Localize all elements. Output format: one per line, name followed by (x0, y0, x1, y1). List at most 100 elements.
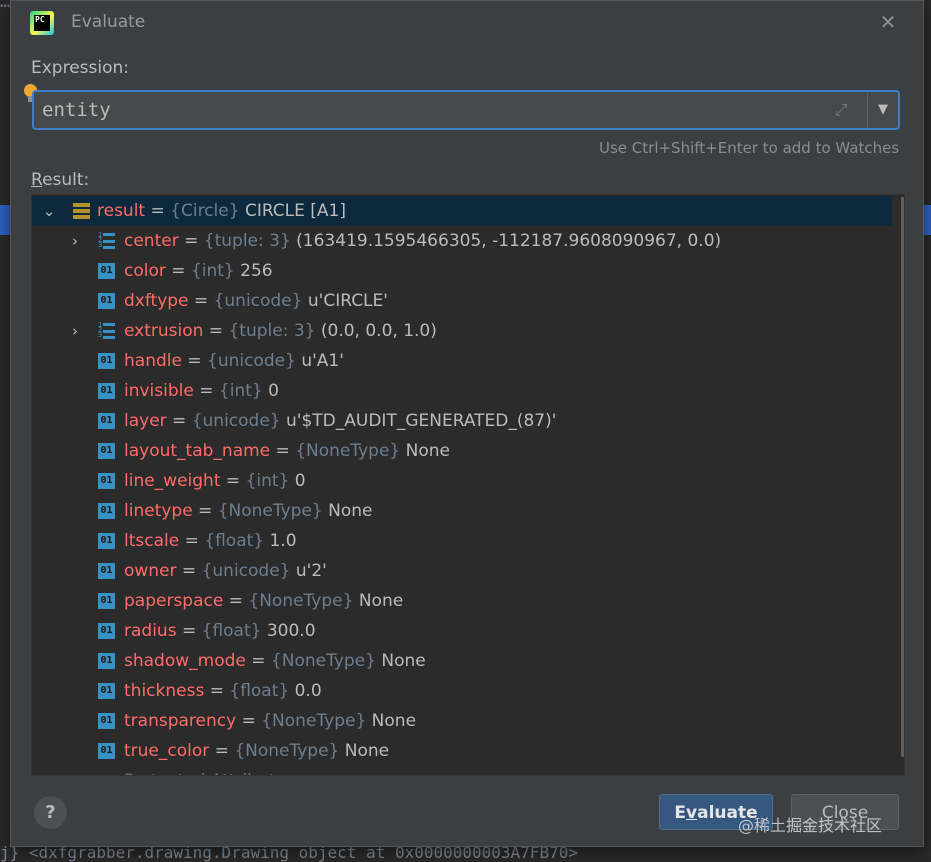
tree-row-text: dxftype = {unicode} u'CIRCLE' (124, 291, 388, 311)
scrollbar-thumb[interactable] (901, 197, 904, 757)
chevron-right-icon[interactable]: › (68, 226, 82, 256)
primitive-icon: 01 (98, 503, 115, 519)
var-value: (163419.1595466305, -112187.9608090967, … (296, 231, 722, 251)
expression-field[interactable]: ⤢ ▼ (32, 90, 900, 130)
close-icon[interactable]: ✕ (875, 9, 901, 35)
primitive-icon: 01 (98, 293, 115, 309)
evaluate-dialog: PC Evaluate ✕ Expression: ⤢ ▼ Use Ctrl+S… (10, 0, 924, 847)
tree-row-layer[interactable]: 01 layer = {unicode} u'$TD_AUDIT_GENERATE… (32, 406, 892, 436)
var-name: paperspace (124, 591, 224, 611)
tree-row-color[interactable]: 01 color = {int} 256 (32, 256, 892, 286)
chevron-right-icon[interactable]: › (68, 316, 82, 346)
tree-row-linetype[interactable]: 01 linetype = {NoneType} None (32, 496, 892, 526)
chevron-down-icon[interactable]: ⌄ (42, 196, 56, 226)
tree-row-transparency[interactable]: 01 transparency = {NoneType} None (32, 706, 892, 736)
tree-row-text: owner = {unicode} u'2' (124, 561, 327, 581)
help-button[interactable]: ? (34, 796, 67, 829)
tree-row-handle[interactable]: 01 handle = {unicode} u'A1' (32, 346, 892, 376)
tree-row-ltscale[interactable]: 01 ltscale = {float} 1.0 (32, 526, 892, 556)
var-type: {float} (229, 681, 290, 701)
var-value: None (405, 441, 450, 461)
chevron-right-icon[interactable]: › (68, 766, 82, 775)
var-type: {tuple: 3} (203, 231, 291, 251)
result-label: Result: (31, 170, 90, 190)
var-name: radius (124, 621, 177, 641)
var-value: 0 (294, 471, 306, 491)
pycharm-icon: PC (30, 11, 54, 35)
var-name: transparency (124, 711, 237, 731)
dialog-titlebar[interactable]: PC Evaluate ✕ (11, 1, 923, 45)
tree-row-text: layout_tab_name = {NoneType} None (124, 441, 450, 461)
tree-row-owner[interactable]: 01 owner = {unicode} u'2' (32, 556, 892, 586)
var-value: (0.0, 0.0, 1.0) (320, 321, 437, 341)
result-tree[interactable]: ⌄ result = {Circle} CIRCLE [A1] › 1 2 3 cent… (31, 194, 905, 776)
var-type: {int} (245, 471, 290, 491)
tree-row-text: line_weight = {int} 0 (124, 471, 306, 491)
var-value: 0.0 (294, 681, 322, 701)
tree-row-shadow-mode[interactable]: 01 shadow_mode = {NoneType} None (32, 646, 892, 676)
var-type: {NoneType} (217, 501, 323, 521)
primitive-icon: 01 (98, 263, 115, 279)
tree-row-text: layer = {unicode} u'$TD_AUDIT_GENERATED_… (124, 411, 557, 431)
expression-label: Expression: (31, 58, 130, 78)
list-icon: 123 (98, 232, 115, 249)
tree-row-dxftype[interactable]: 01 dxftype = {unicode} u'CIRCLE' (32, 286, 892, 316)
tree-row-text: extrusion = {tuple: 3} (0.0, 0.0, 1.0) (124, 321, 437, 341)
tree-row-text: thickness = {float} 0.0 (124, 681, 322, 701)
tree-row-text: center = {tuple: 3} (163419.1595466305, … (124, 231, 722, 251)
var-value: None (371, 711, 417, 731)
var-type: {float} (204, 531, 265, 551)
var-type: {NoneType} (261, 711, 367, 731)
tree-row-text: transparency = {NoneType} None (124, 711, 417, 731)
var-type: {NoneType} (270, 651, 376, 671)
var-name: thickness (124, 681, 205, 701)
var-value: u'$TD_AUDIT_GENERATED_(87)' (286, 411, 557, 431)
dialog-title: Evaluate (71, 12, 146, 32)
var-value: 256 (240, 261, 273, 281)
var-name: true_color (124, 741, 210, 761)
var-name: ltscale (124, 531, 180, 551)
tree-row-true-color[interactable]: 01 true_color = {NoneType} None (32, 736, 892, 766)
tree-row-extrusion[interactable]: › 1 2 3 extrusion = {tuple: 3} (0.0, 0.0, 1.… (32, 316, 892, 346)
tree-row-root[interactable]: ⌄ result = {Circle} CIRCLE [A1] (32, 196, 892, 226)
tree-row-text: ltscale = {float} 1.0 (124, 531, 297, 551)
tree-row-partial[interactable]: › Protected Attributes (32, 766, 892, 775)
tree-row-invisible[interactable]: 01 invisible = {int} 0 (32, 376, 892, 406)
var-name: center (124, 231, 179, 251)
expand-icon[interactable]: ⤢ (831, 100, 851, 120)
var-name: extrusion (124, 321, 204, 341)
var-name: layout_tab_name (124, 441, 271, 461)
primitive-icon: 01 (98, 443, 115, 459)
tree-row-paperspace[interactable]: 01 paperspace = {NoneType} None (32, 586, 892, 616)
object-icon (73, 203, 90, 219)
tree-row-line-weight[interactable]: 01 line_weight = {int} 0 (32, 466, 892, 496)
tree-row-thickness[interactable]: 01 thickness = {float} 0.0 (32, 676, 892, 706)
var-value: 1.0 (269, 531, 297, 551)
primitive-icon: 01 (98, 623, 115, 639)
tree-row-layout-tab-name[interactable]: 01 layout_tab_name = {NoneType} None (32, 436, 892, 466)
primitive-icon: 01 (98, 653, 115, 669)
var-value: u'CIRCLE' (307, 291, 388, 311)
tree-row-text: radius = {float} 300.0 (124, 621, 316, 641)
protected-attributes-label: Protected Attributes (124, 766, 295, 775)
var-value: None (344, 741, 390, 761)
var-value: 300.0 (266, 621, 316, 641)
var-type: {NoneType} (248, 591, 354, 611)
var-type: {int} (190, 261, 235, 281)
var-name: shadow_mode (124, 651, 246, 671)
tree-row-center[interactable]: › 1 2 3 center = {tuple: 3} (163419.15954663… (32, 226, 892, 256)
expression-input[interactable] (42, 94, 802, 126)
var-name: layer (124, 411, 167, 431)
var-name: handle (124, 351, 182, 371)
background-selection-left (0, 205, 10, 235)
var-value: 0 (268, 381, 279, 401)
history-dropdown-button[interactable]: ▼ (868, 92, 898, 128)
var-value: u'A1' (301, 351, 344, 371)
tree-row-text: result = {Circle} CIRCLE [A1] (97, 201, 346, 221)
tree-row-text: true_color = {NoneType} None (124, 741, 390, 761)
primitive-icon: 01 (98, 743, 115, 759)
primitive-icon: 01 (98, 473, 115, 489)
tree-row-radius[interactable]: 01 radius = {float} 300.0 (32, 616, 892, 646)
var-type: {tuple: 3} (228, 321, 316, 341)
watermark: @稀土掘金技术社区 (738, 816, 883, 835)
